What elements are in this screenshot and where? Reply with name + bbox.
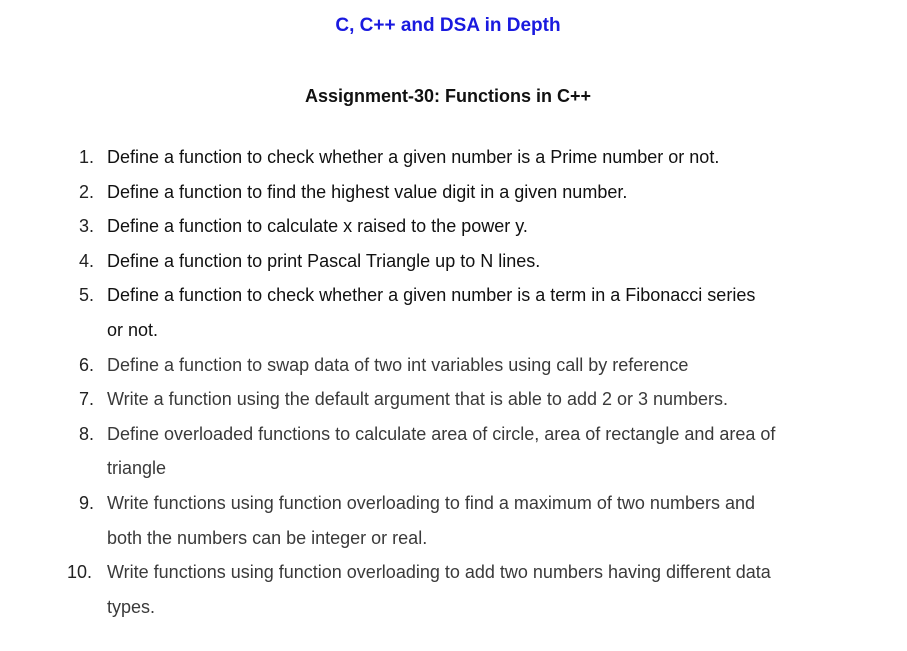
task-text: Write functions using function overloadi… <box>107 492 755 548</box>
task-text: Write functions using function overloadi… <box>107 562 771 617</box>
task-text: Define overloaded functions to calculate… <box>107 423 776 479</box>
task-number: 3. <box>79 216 95 237</box>
task-text: Write a function using the default argum… <box>107 389 729 410</box>
assignment-title: Assignment-30: Functions in C++ <box>304 86 592 106</box>
task-item: 3. Define a function to calculate x rais… <box>52 209 872 244</box>
task-item: 10. Write functions using function overl… <box>52 555 872 624</box>
task-number: 7. <box>79 389 95 410</box>
task-text: Define a function to check whether a giv… <box>107 285 756 340</box>
task-number: 8. <box>79 423 95 444</box>
task-item: 1. Define a function to check whether a … <box>52 140 872 175</box>
task-item: 8. Define overloaded functions to calcul… <box>52 417 872 486</box>
task-text: Define a function to calculate x raised … <box>107 216 528 237</box>
task-number: 9. <box>79 492 95 513</box>
task-list: 1. Define a function to check whether a … <box>52 140 872 624</box>
task-number: 10. <box>67 562 93 583</box>
task-item: 6. Define a function to swap data of two… <box>52 348 872 383</box>
task-number: 6. <box>79 354 95 375</box>
task-text: Define a function to find the highest va… <box>107 181 628 202</box>
task-item: 9. Write functions using function overlo… <box>52 486 872 555</box>
task-text: Define a function to print Pascal Triang… <box>107 250 541 271</box>
course-title: C, C++ and DSA in Depth <box>335 15 561 36</box>
task-item: 2. Define a function to find the highest… <box>52 175 872 210</box>
task-text: Define a function to swap data of two in… <box>107 354 689 375</box>
task-number: 2. <box>79 181 95 202</box>
task-text: Define a function to check whether a giv… <box>107 147 720 167</box>
task-item: 5. Define a function to check whether a … <box>52 278 872 347</box>
task-number: 5. <box>79 285 95 306</box>
task-number: 4. <box>79 250 95 271</box>
task-item: 7. Write a function using the default ar… <box>52 382 872 417</box>
task-number: 1. <box>79 147 95 167</box>
task-item: 4. Define a function to print Pascal Tri… <box>52 244 872 279</box>
